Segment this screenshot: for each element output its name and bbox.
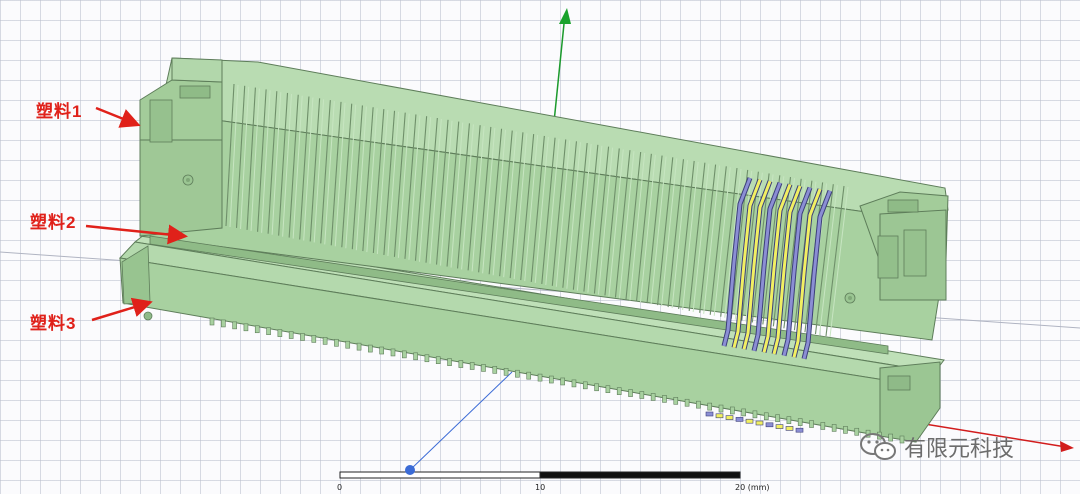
comb-tooth — [662, 395, 667, 403]
comb-tooth — [322, 337, 328, 345]
comb-tooth — [266, 327, 271, 335]
pin-tail — [715, 413, 724, 419]
scale-label-20: 20 (mm) — [735, 483, 770, 492]
connector-model-scene — [0, 8, 1080, 471]
pin-tail — [795, 427, 804, 433]
annotation-plastic-3: 塑料3 — [30, 314, 77, 333]
z-axis-line — [409, 371, 513, 471]
scale-label-10: 10 — [535, 483, 546, 492]
comb-tooth — [752, 410, 758, 419]
comb-tooth — [639, 391, 645, 399]
pin-tail — [705, 411, 714, 417]
3d-viewport[interactable]: 塑料1 塑料2 塑料3 有限元科技 0 10 20 (mm) — [0, 0, 1080, 494]
comb-tooth — [435, 356, 441, 364]
pin-tail — [785, 426, 794, 431]
wechat-icon — [860, 433, 896, 460]
pin-tail — [735, 417, 744, 422]
comb-tooth — [571, 379, 577, 388]
comb-tooth — [820, 422, 826, 430]
watermark-text: 有限元科技 — [904, 437, 1015, 462]
comb-tooth — [254, 325, 260, 334]
comb-tooth — [424, 354, 430, 363]
comb-tooth — [809, 420, 814, 428]
comb-tooth — [526, 371, 532, 380]
comb-tooth — [628, 389, 633, 397]
comb-tooth — [221, 319, 226, 328]
comb-tooth — [718, 404, 724, 413]
comb-tooth — [209, 317, 215, 326]
watermark: 有限元科技 — [858, 430, 1058, 464]
comb-tooth — [379, 346, 384, 355]
comb-tooth — [469, 362, 475, 370]
comb-tooth — [345, 340, 351, 349]
annotation-plastic-1: 塑料1 — [36, 102, 83, 121]
comb-tooth — [447, 358, 452, 366]
comb-tooth — [300, 333, 305, 341]
comb-tooth — [684, 398, 690, 407]
comb-tooth — [594, 383, 599, 392]
comb-tooth — [650, 393, 656, 401]
comb-tooth — [458, 360, 464, 368]
comb-tooth — [368, 344, 373, 353]
comb-tooth — [481, 364, 486, 372]
comb-tooth — [831, 424, 837, 432]
scale-bar-marker — [405, 465, 415, 475]
comb-tooth — [605, 385, 611, 394]
comb-tooth — [786, 416, 792, 424]
comb-tooth — [843, 426, 848, 434]
scale-bar: 0 10 20 (mm) — [330, 464, 790, 494]
comb-tooth — [560, 377, 565, 386]
comb-tooth — [492, 366, 498, 374]
comb-tooth — [390, 348, 396, 357]
y-axis-line — [552, 13, 566, 133]
comb-tooth — [797, 418, 803, 426]
comb-tooth — [401, 350, 407, 359]
x-axis-arrowhead — [1060, 441, 1074, 452]
y-axis-arrowhead — [559, 8, 571, 24]
comb-tooth — [696, 400, 701, 409]
comb-tooth — [730, 406, 735, 415]
comb-tooth — [582, 381, 588, 390]
comb-tooth — [775, 414, 780, 423]
comb-tooth — [356, 342, 362, 351]
pin-tail — [755, 420, 764, 426]
comb-tooth — [413, 352, 418, 361]
pin-tail — [745, 418, 754, 424]
pin-tail — [765, 422, 774, 428]
comb-tooth — [673, 397, 679, 405]
comb-tooth — [277, 329, 283, 337]
comb-tooth — [311, 335, 317, 343]
comb-tooth — [288, 331, 294, 339]
comb-tooth — [243, 323, 249, 332]
scale-bar-graphic — [339, 465, 741, 479]
comb-tooth — [707, 402, 713, 411]
annotation-plastic-2: 塑料2 — [30, 213, 77, 232]
comb-tooth — [232, 321, 237, 330]
comb-tooth — [334, 338, 339, 347]
pin-tail — [725, 415, 734, 420]
comb-tooth — [515, 369, 520, 378]
comb-tooth — [763, 412, 769, 421]
comb-tooth — [616, 387, 622, 395]
comb-tooth — [741, 408, 746, 417]
comb-tooth — [537, 373, 543, 382]
scale-label-0: 0 — [337, 483, 343, 492]
pin-tail — [775, 424, 784, 429]
comb-tooth — [549, 375, 554, 384]
comb-tooth — [503, 367, 509, 376]
